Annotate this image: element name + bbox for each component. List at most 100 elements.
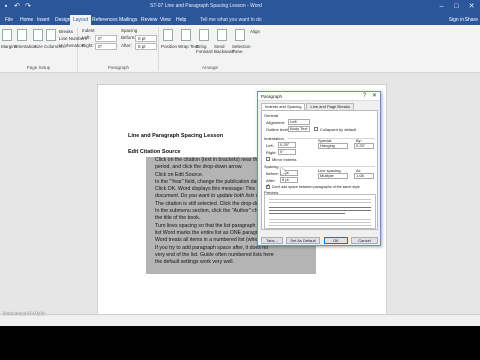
- by-spinner[interactable]: 0.25": [354, 143, 374, 149]
- size-button[interactable]: Size: [34, 44, 43, 49]
- dont-add-space-label: Don't add space between paragraphs of th…: [272, 185, 360, 189]
- send-backward-icon[interactable]: [217, 29, 227, 41]
- position-icon[interactable]: [163, 29, 173, 41]
- cancel-button[interactable]: Cancel: [351, 237, 378, 244]
- status-bar: [0, 314, 480, 326]
- line-spacing-select[interactable]: Multiple: [318, 173, 348, 179]
- document-area: Line and Paragraph Spacing Lesson Edit C…: [0, 74, 480, 324]
- minimize-button[interactable]: –: [435, 1, 448, 12]
- ribbon: Margins Orientation Size Columns Breaks …: [0, 25, 480, 73]
- redo-icon[interactable]: ↷: [24, 2, 32, 11]
- tab-insert[interactable]: Insert: [34, 15, 53, 25]
- preview-line: [269, 213, 345, 214]
- dialog-tabs: Indents and Spacing Line and Page Breaks: [261, 103, 355, 110]
- indent-left-spinner[interactable]: 0.25": [278, 142, 296, 148]
- position-button[interactable]: Position: [161, 44, 177, 49]
- mirror-indents-label: Mirror indents: [272, 157, 297, 162]
- indent-right-label: Right:: [266, 150, 277, 155]
- tab-layout[interactable]: Layout: [70, 15, 92, 25]
- columns-icon[interactable]: [46, 29, 56, 41]
- special-select[interactable]: Hanging: [318, 143, 348, 149]
- paragraph-group-label: Paragraph: [107, 65, 129, 70]
- tab-indents-spacing[interactable]: Indents and Spacing: [261, 103, 306, 110]
- outline-level-select[interactable]: Body Text: [288, 126, 310, 132]
- list-item: very end of the list. Guide often number…: [155, 251, 274, 258]
- collapsed-label: Collapsed by default: [320, 127, 357, 132]
- bring-forward-button[interactable]: Bring Forward: [196, 44, 214, 54]
- wrap-text-icon[interactable]: [181, 29, 191, 41]
- tab-mailings[interactable]: Mailings: [116, 15, 140, 25]
- general-section-label: General: [264, 113, 279, 118]
- arrange-group-label: Arrange: [201, 65, 218, 70]
- spacing-after-field[interactable]: 8 pt: [135, 43, 157, 50]
- before-label: Before:: [266, 171, 279, 176]
- undo-icon[interactable]: ↶: [13, 2, 21, 11]
- dont-add-space-checkbox[interactable]: [266, 183, 270, 189]
- document-subheading: Edit Citation Source: [128, 149, 181, 155]
- indent-left-label: Left:: [82, 35, 91, 40]
- tell-me-search[interactable]: Tell me what you want to do: [200, 15, 262, 25]
- save-icon[interactable]: ▪: [2, 2, 10, 11]
- indent-right-label: Right:: [82, 43, 94, 48]
- preview-line: [269, 199, 371, 200]
- indent-left-label: Left:: [266, 143, 274, 148]
- dialog-help-button[interactable]: ?: [360, 92, 369, 101]
- page-setup-label: Page Setup: [26, 65, 51, 70]
- tab-file[interactable]: File: [2, 15, 16, 25]
- selection-pane-button[interactable]: Selection Pane: [232, 44, 251, 54]
- tab-view[interactable]: View: [157, 15, 174, 25]
- breaks-button[interactable]: Breaks: [59, 29, 73, 34]
- screencast-watermark: Screencast-O-Matic: [3, 311, 46, 316]
- list-item: the default settings work very well.: [155, 259, 235, 266]
- align-button[interactable]: Align: [250, 29, 260, 34]
- preview-line: [269, 207, 371, 208]
- indent-left-field[interactable]: 0": [95, 35, 117, 42]
- sign-in-link[interactable]: Sign in: [449, 15, 464, 25]
- spacing-before-label: Before:: [121, 35, 136, 40]
- dialog-close-button[interactable]: ✕: [370, 92, 379, 101]
- orientation-button[interactable]: Orientation: [14, 44, 36, 49]
- ribbon-tabs: File Home Insert Design Layout Reference…: [0, 14, 480, 25]
- orientation-icon[interactable]: [17, 29, 27, 41]
- spacing-section-label: Spacing: [264, 164, 279, 169]
- alignment-select[interactable]: Left: [288, 119, 310, 125]
- title-bar: ▪ ↶ ↷ ST-07 Line and Paragraph Spacing L…: [0, 0, 480, 14]
- tab-line-page-breaks[interactable]: Line and Page Breaks: [306, 103, 354, 110]
- preview-line: [269, 219, 371, 220]
- selection-pane-icon[interactable]: [235, 29, 245, 41]
- share-button[interactable]: Share: [465, 15, 478, 25]
- video-frame: ▪ ↶ ↷ ST-07 Line and Paragraph Spacing L…: [0, 0, 480, 360]
- preview-line: [269, 202, 371, 203]
- indent-right-field[interactable]: 0": [95, 43, 117, 50]
- spacing-before-field[interactable]: 0 pt: [135, 35, 157, 42]
- mirror-indents-checkbox[interactable]: [266, 157, 270, 161]
- bring-forward-icon[interactable]: [199, 29, 209, 41]
- spacing-divider: [282, 166, 375, 167]
- indent-right-spinner[interactable]: 0": [278, 149, 296, 155]
- ok-button[interactable]: OK: [324, 237, 348, 244]
- paragraph-group: Indent Spacing Left: 0" Right: 0" Before…: [79, 27, 159, 71]
- size-icon[interactable]: [33, 29, 43, 41]
- after-spinner[interactable]: 8 pt: [280, 177, 298, 183]
- indentation-section-label: Indentation: [264, 136, 284, 141]
- tabs-button[interactable]: Tabs...: [261, 237, 283, 244]
- word-window: ▪ ↶ ↷ ST-07 Line and Paragraph Spacing L…: [0, 0, 480, 326]
- window-controls: – □ ✕: [435, 1, 478, 12]
- preview-line: [269, 225, 371, 226]
- close-button[interactable]: ✕: [465, 1, 478, 12]
- document-heading: Line and Paragraph Spacing Lesson: [128, 133, 224, 139]
- outline-level-label: Outline level:: [266, 127, 290, 132]
- page-setup-group: Margins Orientation Size Columns Breaks …: [0, 27, 87, 71]
- quick-access-toolbar: ▪ ↶ ↷: [2, 2, 32, 11]
- maximize-button[interactable]: □: [450, 1, 463, 12]
- paragraph-dialog: Paragraph ✕ ? Indents and Spacing Line a…: [257, 91, 381, 246]
- spacing-after-label: After:: [121, 43, 132, 48]
- send-backward-button[interactable]: Send Backward: [214, 44, 234, 54]
- at-spinner[interactable]: 1.08: [354, 173, 374, 179]
- set-as-default-button[interactable]: Set As Default: [286, 237, 320, 244]
- tab-help[interactable]: Help: [173, 15, 189, 25]
- paragraph-preview: [264, 194, 376, 229]
- collapsed-checkbox[interactable]: [314, 127, 318, 131]
- preview-line: [269, 210, 371, 211]
- margins-icon[interactable]: [2, 29, 12, 41]
